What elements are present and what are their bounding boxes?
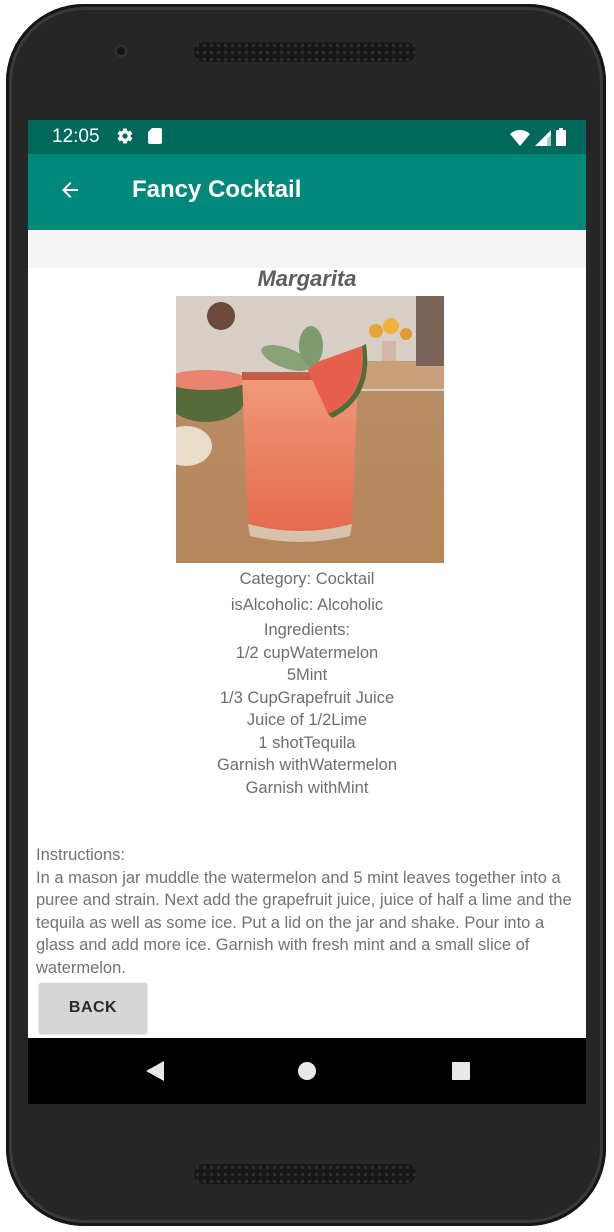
sd-card-icon xyxy=(148,128,162,149)
instructions-heading: Instructions: xyxy=(36,846,125,864)
instructions-text: In a mason jar muddle the watermelon and… xyxy=(36,868,572,977)
top-speaker-grille xyxy=(194,42,416,62)
title-band xyxy=(28,230,586,268)
back-button[interactable]: BACK xyxy=(39,983,147,1033)
navigation-bar xyxy=(28,1038,586,1104)
instructions-section: Instructions: In a mason jar muddle the … xyxy=(36,844,584,980)
nav-recents-icon[interactable] xyxy=(452,1062,470,1080)
phone-frame: 12:05 Fancy Cocktail Margarita Category:… xyxy=(6,4,606,1226)
app-bar: Fancy Cocktail xyxy=(28,154,586,230)
ingredient-item: Garnish withWatermelon xyxy=(216,756,398,774)
cocktail-photo xyxy=(176,296,444,563)
status-time: 12:05 xyxy=(52,126,100,147)
drink-alcoholic: isAlcoholic: Alcoholic xyxy=(230,595,384,614)
ingredient-item: 1 shotTequila xyxy=(258,733,356,752)
signal-icon xyxy=(535,130,551,151)
device-screen: 12:05 Fancy Cocktail Margarita Category:… xyxy=(28,120,586,1104)
app-title: Fancy Cocktail xyxy=(132,176,302,203)
ingredient-item: 5Mint xyxy=(286,666,328,684)
battery-icon xyxy=(556,128,566,151)
ingredients-heading: Ingredients: xyxy=(263,621,351,639)
status-icons-right xyxy=(510,128,566,151)
ingredient-item: 1/3 CupGrapefruit Juice xyxy=(219,688,395,707)
nav-home-icon[interactable] xyxy=(298,1062,316,1080)
drink-info: Category: Cocktail isAlcoholic: Alcoholi… xyxy=(28,568,586,799)
drink-name: Margarita xyxy=(257,266,357,291)
settings-gear-icon xyxy=(116,127,134,150)
bottom-speaker-grille xyxy=(194,1164,416,1184)
ingredient-item: Garnish withMint xyxy=(245,778,369,797)
ingredient-item: 1/2 cupWatermelon xyxy=(235,643,379,662)
wifi-icon xyxy=(510,130,530,151)
arrow-back-icon[interactable] xyxy=(58,178,82,207)
drink-category: Category: Cocktail xyxy=(239,570,375,588)
status-bar: 12:05 xyxy=(28,120,586,154)
ingredient-item: Juice of 1/2Lime xyxy=(246,711,368,729)
front-camera xyxy=(114,44,128,58)
nav-back-icon[interactable] xyxy=(146,1061,164,1086)
